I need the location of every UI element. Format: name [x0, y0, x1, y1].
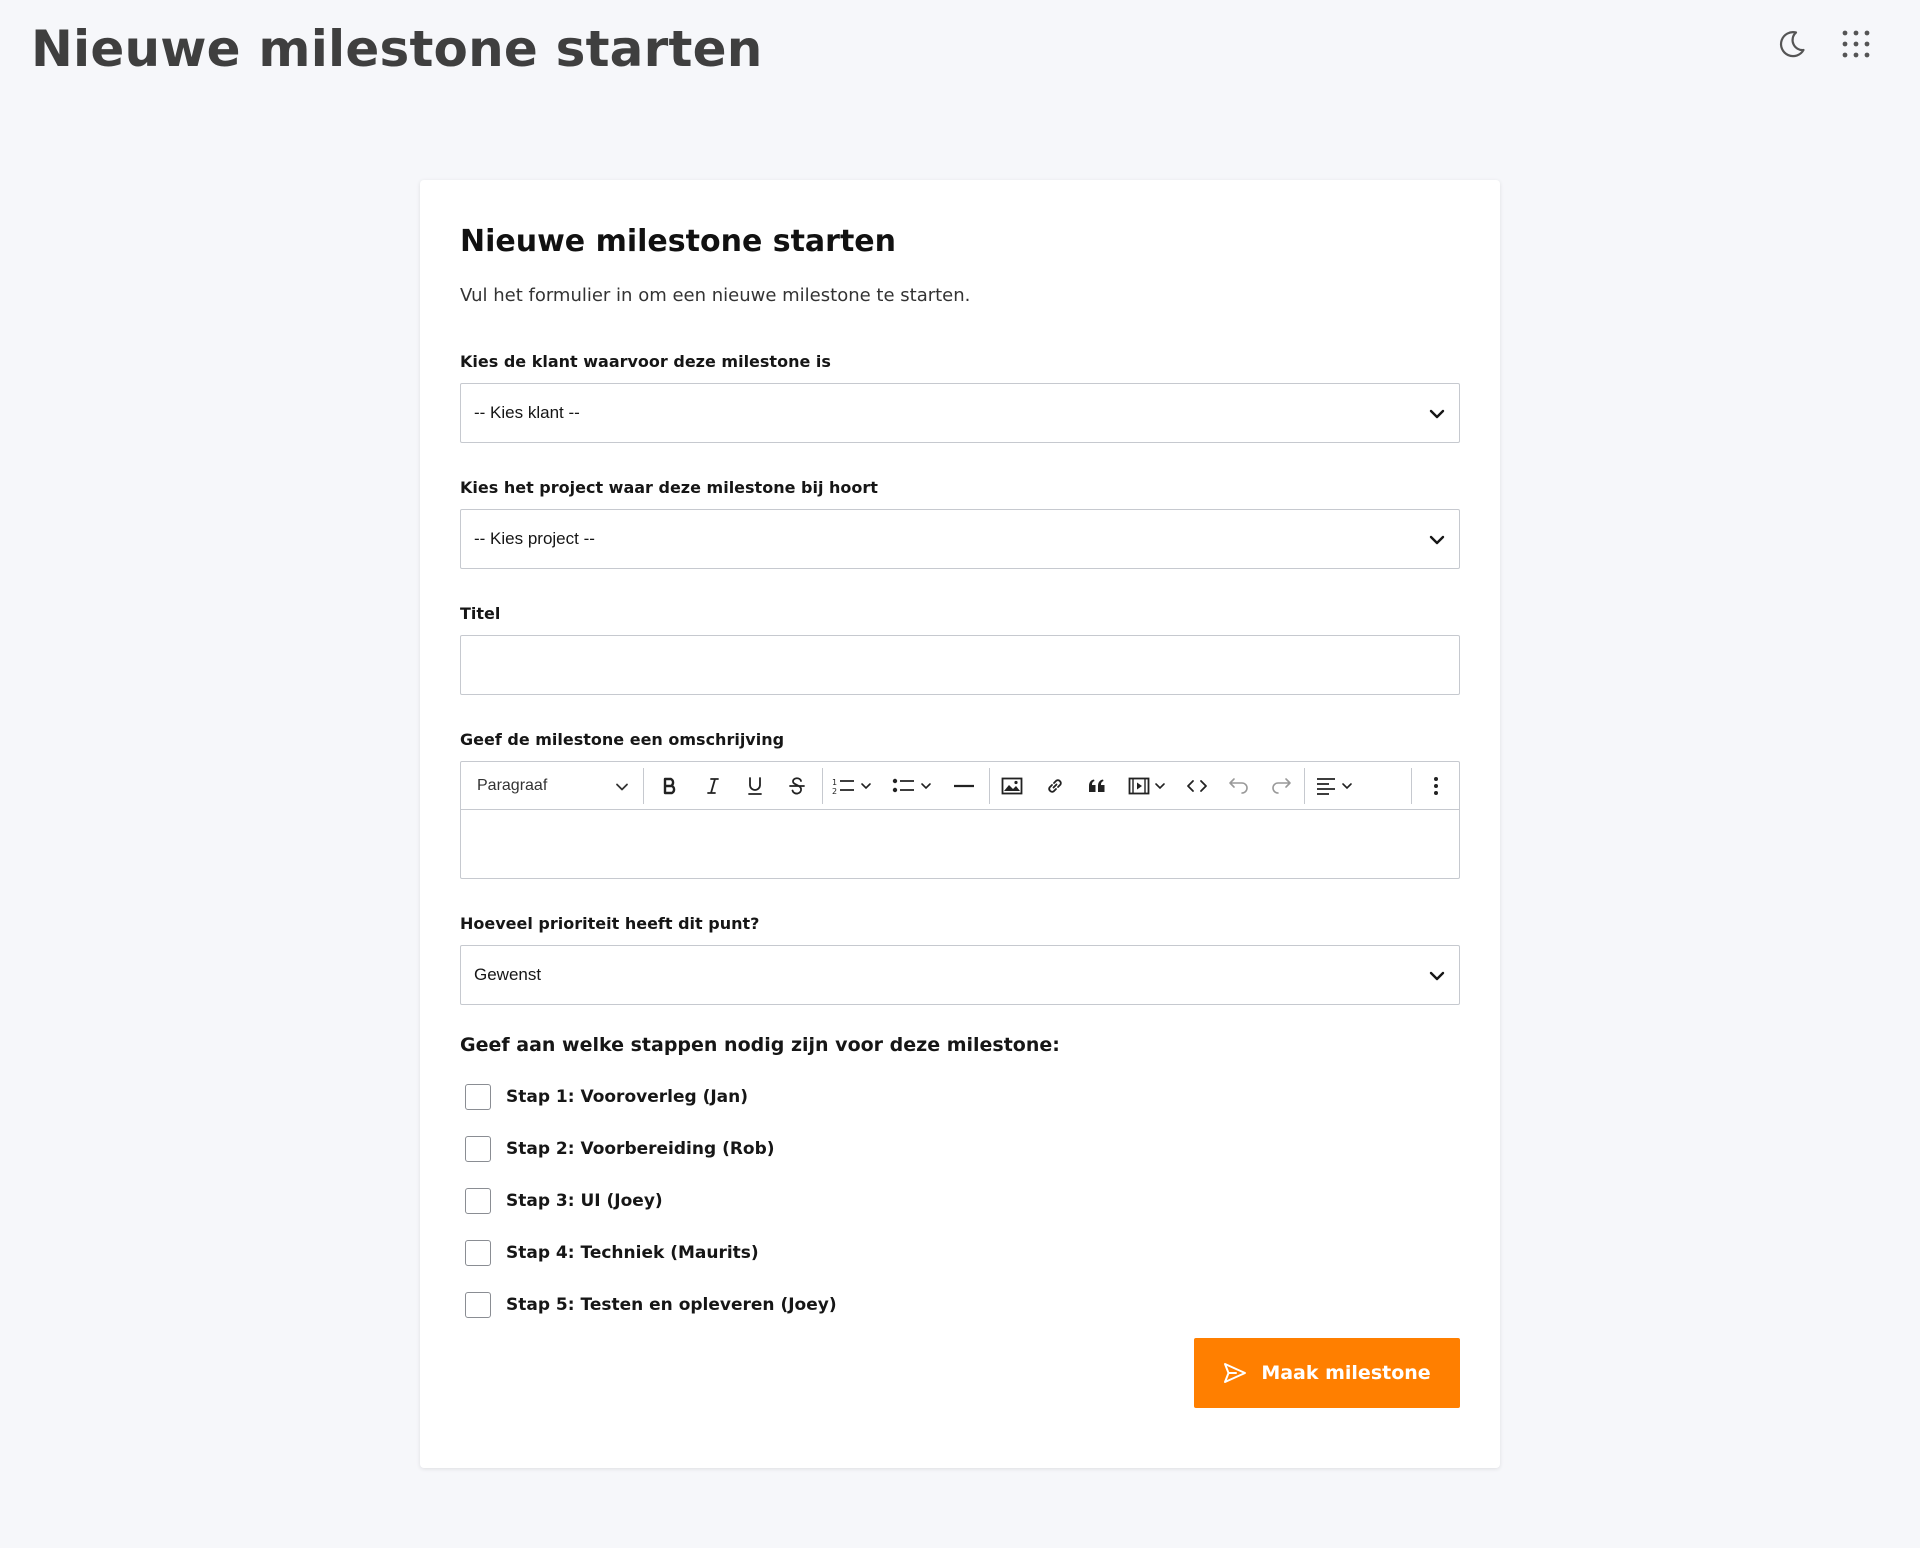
top-bar: Nieuwe milestone starten: [0, 0, 1920, 104]
bold-button[interactable]: [648, 762, 692, 810]
project-select-value: -- Kies project --: [474, 529, 595, 548]
link-icon: [1048, 778, 1062, 793]
checkbox[interactable]: [465, 1292, 491, 1318]
code-block-button[interactable]: [1176, 762, 1218, 810]
align-left-icon: [1317, 777, 1335, 795]
svg-text:2: 2: [832, 787, 837, 796]
steps-title: Geef aan welke stappen nodig zijn voor d…: [460, 1034, 1060, 1056]
redo-button[interactable]: [1260, 762, 1302, 810]
chevron-down-icon: [1429, 971, 1445, 981]
chevron-down-icon: [616, 783, 628, 790]
page-title: Nieuwe milestone starten: [31, 20, 763, 78]
vertical-dots-icon: [1434, 777, 1438, 795]
undo-button[interactable]: [1218, 762, 1260, 810]
undo-icon: [1229, 777, 1248, 794]
step-checkbox-row[interactable]: Stap 3: UI (Joey): [460, 1186, 1460, 1216]
insert-link-button[interactable]: [1034, 762, 1076, 810]
paragraph-style-value: Paragraaf: [477, 776, 548, 794]
step-label: Stap 3: UI (Joey): [506, 1191, 663, 1211]
step-label: Stap 2: Voorbereiding (Rob): [506, 1139, 775, 1159]
chevron-down-icon: [1155, 782, 1165, 789]
step-label: Stap 4: Techniek (Maurits): [506, 1243, 759, 1263]
underline-icon: [748, 776, 762, 795]
project-select[interactable]: -- Kies project --: [460, 509, 1460, 569]
moon-icon: [1779, 31, 1805, 58]
underline-button[interactable]: [734, 762, 776, 810]
create-milestone-button[interactable]: Maak milestone: [1194, 1338, 1460, 1408]
editor-toolbar: Paragraaf 1 2: [461, 762, 1459, 810]
checkbox[interactable]: [465, 1188, 491, 1214]
apps-menu-button[interactable]: [1838, 26, 1874, 62]
toolbar-separator: [643, 767, 644, 804]
quote-icon: [1089, 779, 1105, 792]
svg-text:1: 1: [832, 778, 837, 787]
priority-select-value: Gewenst: [474, 965, 542, 984]
send-icon: [1224, 1363, 1247, 1383]
card-title: Nieuwe milestone starten: [460, 224, 897, 259]
step-checkbox-row[interactable]: Stap 2: Voorbereiding (Rob): [460, 1134, 1460, 1164]
media-icon: [1128, 777, 1150, 794]
chevron-down-icon: [921, 782, 931, 789]
client-select[interactable]: -- Kies klant --: [460, 383, 1460, 443]
chevron-down-icon: [1429, 409, 1445, 419]
step-checkbox-row[interactable]: Stap 5: Testen en opleveren (Joey): [460, 1290, 1460, 1320]
strikethrough-button[interactable]: [776, 762, 818, 810]
card-subtitle: Vul het formulier in om een nieuwe miles…: [460, 285, 971, 306]
steps-section: Geef aan welke stappen nodig zijn voor d…: [460, 1034, 1460, 1320]
paragraph-style-dropdown[interactable]: Paragraaf: [461, 762, 643, 810]
chevron-down-icon: [1429, 535, 1445, 545]
project-field: Kies het project waar deze milestone bij…: [460, 478, 1460, 569]
grid-dots-icon: [1842, 30, 1870, 58]
client-label: Kies de klant waarvoor deze milestone is: [460, 352, 831, 371]
title-field: Titel: [460, 604, 1460, 695]
horizontal-line-button[interactable]: [943, 762, 985, 810]
milestone-form-card: Nieuwe milestone starten Vul het formuli…: [420, 180, 1500, 1468]
top-icons: [1774, 26, 1874, 62]
checkbox[interactable]: [465, 1136, 491, 1162]
bold-icon: [663, 777, 676, 794]
step-label: Stap 5: Testen en opleveren (Joey): [506, 1295, 837, 1315]
checkbox[interactable]: [465, 1084, 491, 1110]
client-field: Kies de klant waarvoor deze milestone is…: [460, 352, 1460, 443]
title-label: Titel: [460, 604, 501, 623]
project-label: Kies het project waar deze milestone bij…: [460, 478, 878, 497]
step-label: Stap 1: Vooroverleg (Jan): [506, 1087, 749, 1107]
title-input[interactable]: [460, 635, 1460, 695]
insert-media-button[interactable]: [1118, 762, 1176, 810]
priority-field: Hoeveel prioriteit heeft dit punt? Gewen…: [460, 914, 1460, 1005]
rich-text-editor: Paragraaf 1 2: [460, 761, 1460, 879]
description-field: Geef de milestone een omschrijving Parag…: [460, 730, 1460, 879]
dark-mode-toggle[interactable]: [1774, 26, 1810, 62]
code-icon: [1187, 779, 1207, 792]
bulleted-list-button[interactable]: [881, 762, 943, 810]
chevron-down-icon: [1342, 782, 1352, 789]
more-options-button[interactable]: [1413, 762, 1459, 810]
numbered-list-button[interactable]: 1 2: [823, 762, 881, 810]
step-checkbox-row[interactable]: Stap 4: Techniek (Maurits): [460, 1238, 1460, 1268]
editor-content-area[interactable]: [461, 810, 1459, 878]
numbered-list-icon: 1 2: [832, 778, 854, 796]
redo-icon: [1272, 777, 1291, 794]
chevron-down-icon: [861, 782, 871, 789]
bulleted-list-icon: [892, 778, 914, 792]
insert-image-button[interactable]: [990, 762, 1034, 810]
priority-select[interactable]: Gewenst: [460, 945, 1460, 1005]
steps-list: Stap 1: Vooroverleg (Jan) Stap 2: Voorbe…: [460, 1082, 1460, 1320]
italic-button[interactable]: [692, 762, 734, 810]
toolbar-separator: [1411, 768, 1412, 804]
text-align-button[interactable]: [1305, 762, 1363, 810]
step-checkbox-row[interactable]: Stap 1: Vooroverleg (Jan): [460, 1082, 1460, 1112]
strikethrough-icon: [789, 776, 805, 794]
description-label: Geef de milestone een omschrijving: [460, 730, 785, 749]
italic-icon: [707, 777, 719, 794]
blockquote-button[interactable]: [1076, 762, 1118, 810]
image-icon: [1001, 777, 1023, 794]
priority-label: Hoeveel prioriteit heeft dit punt?: [460, 914, 760, 933]
client-select-value: -- Kies klant --: [474, 403, 580, 422]
checkbox[interactable]: [465, 1240, 491, 1266]
horizontal-line-icon: [954, 784, 974, 787]
create-milestone-label: Maak milestone: [1261, 1362, 1431, 1384]
